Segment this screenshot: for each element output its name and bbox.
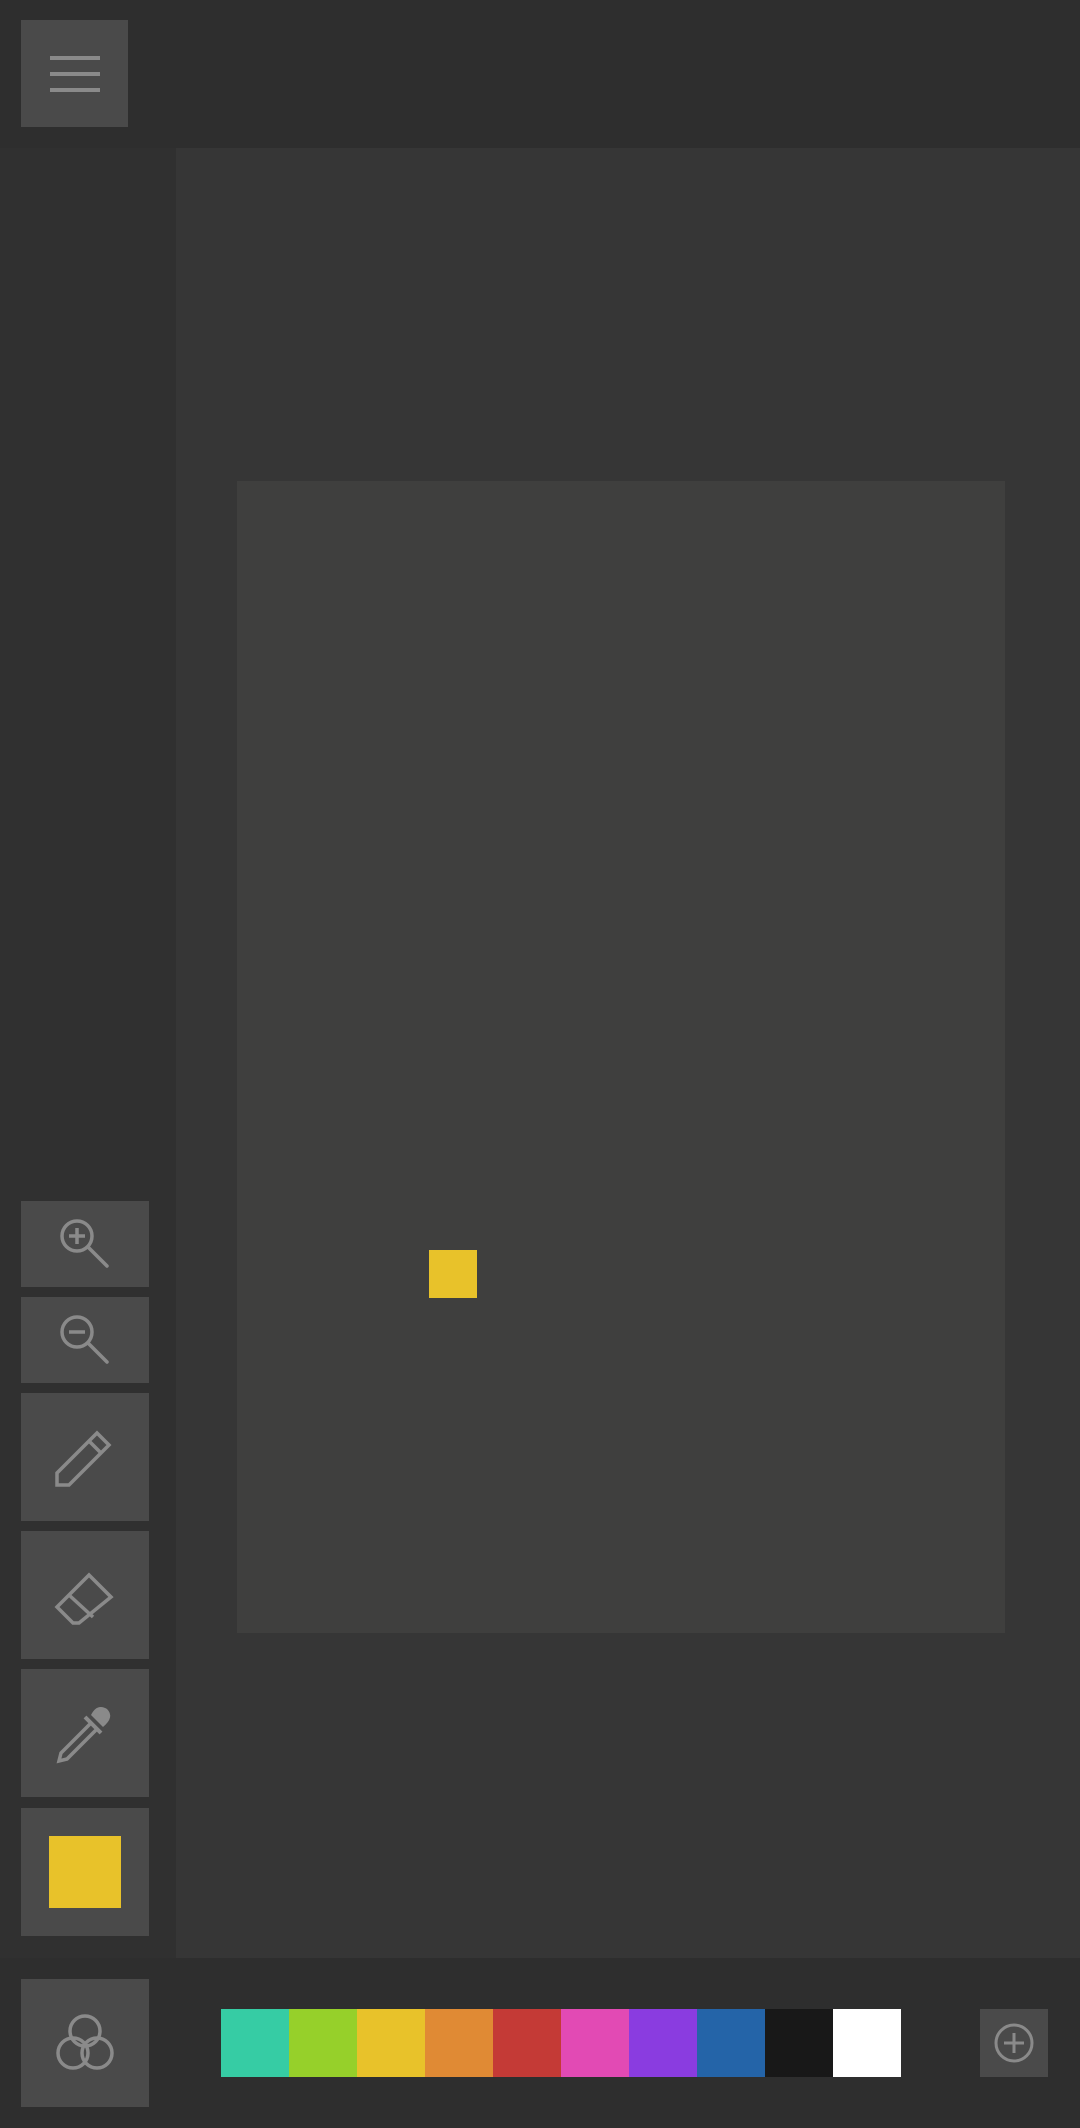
- canvas-pixel: [429, 1250, 477, 1298]
- palette-swatch[interactable]: [221, 2009, 289, 2077]
- add-color-button[interactable]: [980, 2009, 1048, 2077]
- zoom-in-button[interactable]: [21, 1201, 149, 1287]
- color-mixer-icon: [56, 2014, 114, 2070]
- palette-swatch[interactable]: [561, 2009, 629, 2077]
- zoom-out-icon: [60, 1315, 109, 1364]
- menu-button[interactable]: [21, 20, 128, 127]
- pencil-icon: [55, 1430, 112, 1487]
- palette-swatch[interactable]: [765, 2009, 833, 2077]
- palette-swatch[interactable]: [289, 2009, 357, 2077]
- current-color-button[interactable]: [21, 1808, 149, 1936]
- palette-swatch[interactable]: [493, 2009, 561, 2077]
- zoom-in-icon: [60, 1219, 109, 1268]
- palette-swatch[interactable]: [629, 2009, 697, 2077]
- eyedropper-icon: [56, 1707, 111, 1764]
- drawing-canvas[interactable]: [237, 481, 1005, 1633]
- zoom-out-button[interactable]: [21, 1297, 149, 1383]
- palette-swatch[interactable]: [697, 2009, 765, 2077]
- color-mixer-button[interactable]: [21, 1979, 149, 2107]
- eyedropper-tool-button[interactable]: [21, 1669, 149, 1797]
- top-bar: [0, 0, 1080, 148]
- palette-swatch[interactable]: [425, 2009, 493, 2077]
- eraser-icon: [54, 1572, 114, 1625]
- current-color-swatch: [49, 1836, 121, 1908]
- eraser-tool-button[interactable]: [21, 1531, 149, 1659]
- color-palette: [221, 2009, 901, 2077]
- hamburger-menu-icon: [49, 55, 100, 92]
- pencil-tool-button[interactable]: [21, 1393, 149, 1521]
- palette-swatch[interactable]: [357, 2009, 425, 2077]
- palette-swatch[interactable]: [833, 2009, 901, 2077]
- add-color-icon: [994, 2023, 1034, 2063]
